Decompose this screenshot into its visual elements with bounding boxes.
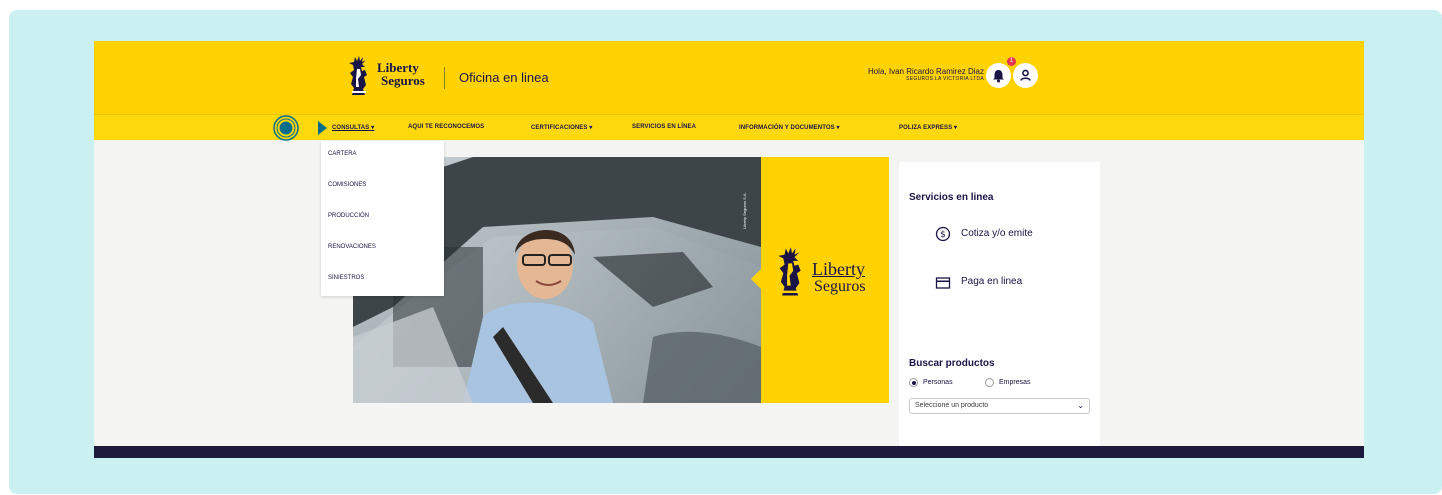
svg-text:$: $ [940, 230, 946, 240]
dropdown-item-produccion[interactable]: PRODUCCIÓN [328, 213, 369, 219]
logo-wordmark: Liberty Seguros [377, 61, 425, 87]
nav-poliza-express[interactable]: POLIZA EXPRESS ▾ [899, 124, 957, 131]
products-heading: Buscar productos [909, 358, 995, 369]
nav-certificaciones-label: CERTIFICACIONES [531, 125, 588, 131]
liberty-logo[interactable]: Liberty Seguros [346, 55, 450, 99]
radio-personas-label: Personas [923, 379, 953, 386]
product-select-value: Seleccione un producto [915, 402, 989, 409]
logo-line-2: Seguros [381, 73, 425, 88]
dropdown-item-comisiones[interactable]: COMISIONES [328, 182, 366, 188]
hero-logo-wordmark: Liberty Seguros [812, 260, 866, 296]
dropdown-item-cartera[interactable]: CARTERA [328, 151, 357, 157]
footer-strip [94, 446, 1364, 458]
nav-servicios-en-linea[interactable]: SERVICIOS EN LÍNEA [632, 124, 696, 130]
hero-notch [751, 269, 761, 289]
greeting-name: Hola, Ivan Ricardo Ramirez Diaz [867, 67, 984, 76]
header-divider [444, 67, 445, 89]
nav-servicios-label: SERVICIOS EN LÍNEA [632, 124, 697, 130]
nav-aqui-label: AQUI TE RECONOCEMOS [408, 124, 485, 130]
greeting-org: SEGUROS LA VICTORIA LTDA [906, 76, 984, 82]
consultas-dropdown: CARTERA COMISIONES PRODUCCIÓN RENOVACION… [321, 141, 444, 296]
dropdown-item-siniestros[interactable]: SINIESTROS [328, 275, 364, 281]
radio-personas[interactable] [909, 378, 918, 387]
hero-logo-line-2: Seguros [814, 278, 866, 295]
hotspot-target-icon [273, 115, 299, 141]
statue-of-liberty-icon [349, 56, 367, 95]
nav-informacion-documentos[interactable]: INFORMACIÓN Y DOCUMENTOS ▾ [739, 124, 840, 131]
user-icon [1020, 69, 1031, 81]
user-menu-button[interactable] [1013, 63, 1038, 88]
nav-certificaciones[interactable]: CERTIFICACIONES ▾ [531, 124, 592, 131]
top-header: Liberty Seguros Oficina en linea Hola, I… [94, 41, 1364, 114]
pay-link[interactable]: Paga en linea [961, 276, 1022, 287]
hero-photo-credit: Liberty Seguros S.A. [742, 192, 747, 229]
nav-poliza-label: POLIZA EXPRESS [899, 125, 953, 131]
radio-empresas[interactable] [985, 378, 994, 387]
nav-consultas[interactable]: CONSULTAS ▾ [332, 124, 374, 131]
dollar-circle-icon: $ [935, 226, 951, 242]
card-icon [935, 277, 951, 289]
hero-logo-line-1: Liberty [812, 259, 865, 279]
nav-aqui-te-reconocemos[interactable]: AQUI TE RECONOCEMOS [408, 124, 484, 130]
services-heading: Servicios en linea [909, 192, 994, 203]
nav-consultas-label: CONSULTAS [332, 125, 370, 131]
side-panel: Servicios en linea $ Cotiza y/o emite Pa… [899, 162, 1100, 458]
pointer-arrow-icon [318, 121, 327, 135]
product-select[interactable]: Seleccione un producto ⌄ [909, 398, 1090, 414]
statue-of-liberty-icon [778, 247, 801, 296]
notifications-button[interactable] [986, 63, 1011, 88]
user-greeting: Hola, Ivan Ricardo Ramirez Diaz SEGUROS … [868, 67, 984, 82]
app-title: Oficina en linea [459, 70, 549, 85]
chevron-down-icon: ⌄ [1077, 401, 1084, 410]
bell-icon [993, 70, 1004, 83]
nav-informacion-label: INFORMACIÓN Y DOCUMENTOS [739, 125, 835, 131]
dropdown-item-renovaciones[interactable]: RENOVACIONES [328, 244, 376, 250]
quote-link[interactable]: Cotiza y/o emite [961, 228, 1033, 239]
radio-empresas-label: Empresas [999, 379, 1031, 386]
app-window: Liberty Seguros Oficina en linea Hola, I… [94, 41, 1364, 458]
